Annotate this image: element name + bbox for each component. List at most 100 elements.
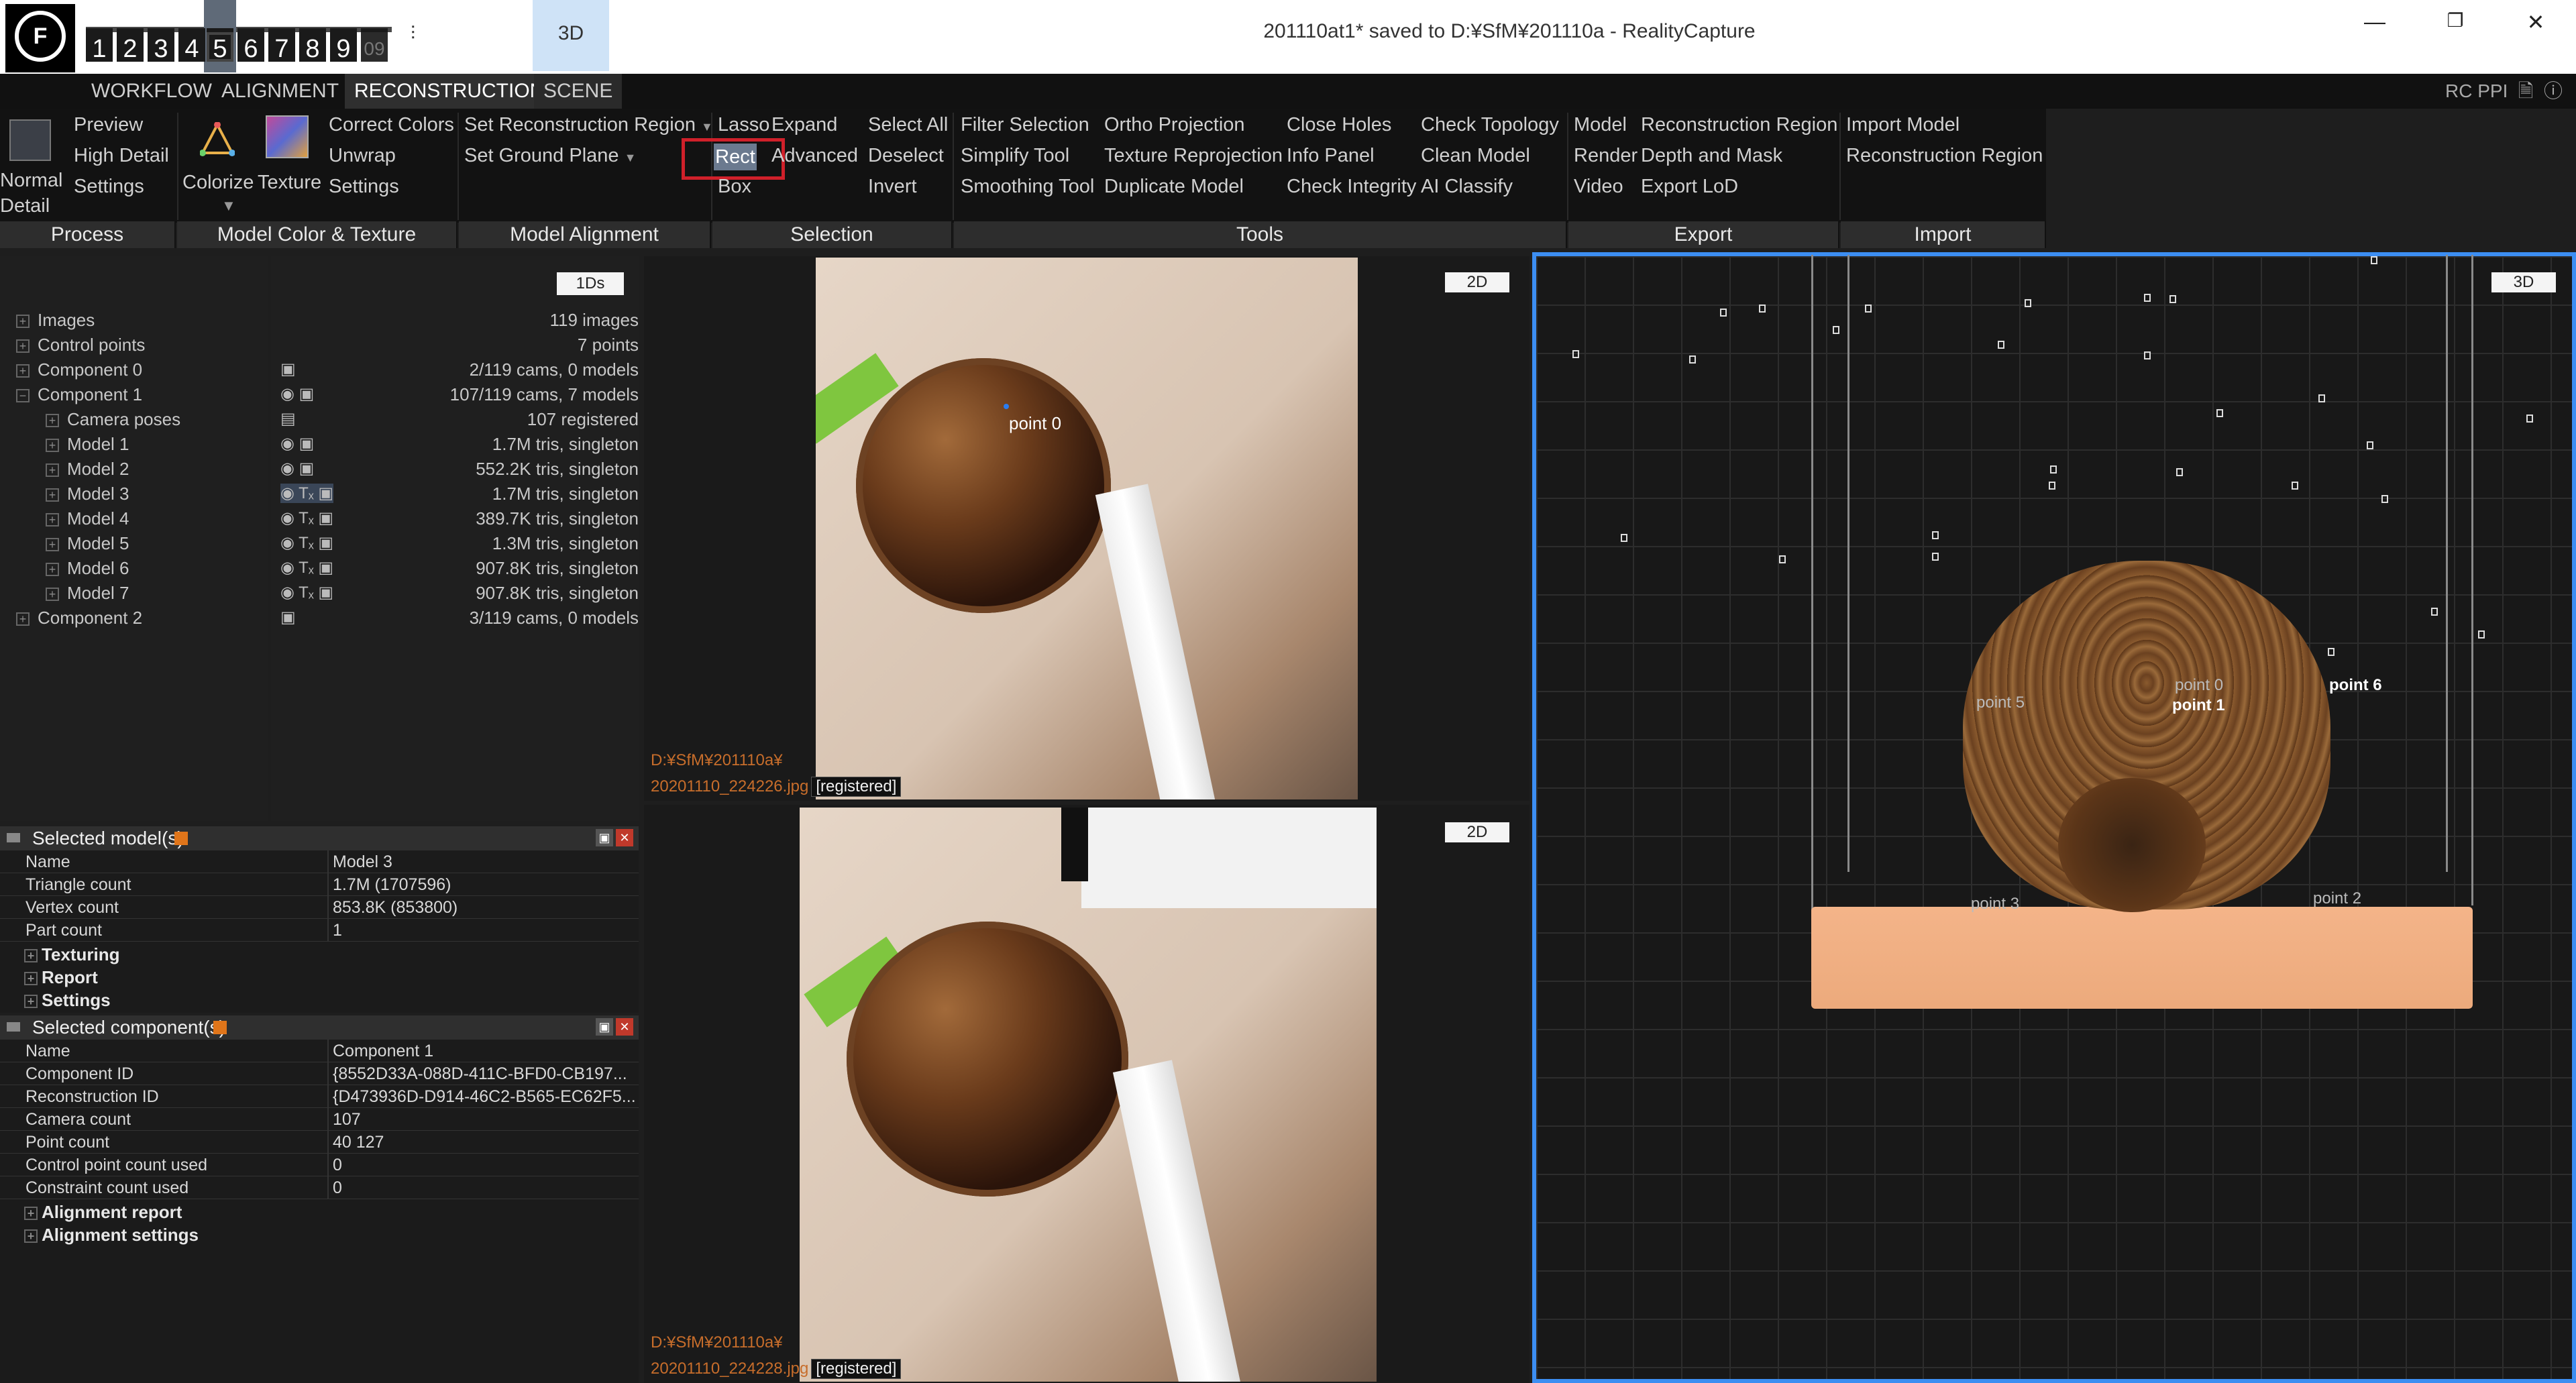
- box-button[interactable]: Box: [718, 176, 751, 198]
- tree-item-model-1[interactable]: + Model 1: [46, 434, 129, 455]
- export-lod-button[interactable]: Export LoD: [1641, 176, 1738, 198]
- maximize-icon[interactable]: ❐: [2435, 9, 2475, 43]
- close-icon[interactable]: ✕: [2516, 9, 2556, 43]
- clean-model-button[interactable]: Clean Model: [1421, 145, 1530, 167]
- camera-marker-icon[interactable]: [1998, 341, 2004, 349]
- camera-marker-icon[interactable]: [1932, 553, 1939, 561]
- texture-icon[interactable]: [266, 115, 309, 158]
- camera-marker-icon[interactable]: [2371, 256, 2377, 264]
- section-alignment-settings[interactable]: + Alignment settings: [24, 1225, 199, 1246]
- view-mode-2d-badge[interactable]: 2D: [1445, 822, 1509, 842]
- point-0-label[interactable]: point 0: [2175, 676, 2223, 695]
- lasso-button[interactable]: Lasso: [718, 114, 769, 136]
- deselect-button[interactable]: Deselect: [868, 145, 944, 167]
- camera-marker-icon[interactable]: [1932, 531, 1939, 539]
- invert-button[interactable]: Invert: [868, 176, 917, 198]
- point-3-label[interactable]: point 3: [1971, 895, 2019, 914]
- camera-marker-icon[interactable]: [2144, 351, 2151, 359]
- unwrap-button[interactable]: Unwrap: [329, 145, 396, 167]
- export-model-button[interactable]: Model: [1574, 114, 1627, 136]
- ortho-projection-button[interactable]: Ortho Projection: [1104, 114, 1245, 136]
- camera-marker-icon[interactable]: [1572, 350, 1579, 358]
- render-button[interactable]: Render: [1574, 145, 1638, 167]
- camera-poses-icon[interactable]: ▤: [280, 409, 296, 429]
- camera-marker-icon[interactable]: [2478, 630, 2485, 639]
- collapse-icon[interactable]: [7, 833, 20, 842]
- component-pin-icon[interactable]: ◉ ▣: [280, 384, 314, 404]
- tree-item-model-3[interactable]: + Model 3: [46, 484, 129, 504]
- camera-marker-icon[interactable]: [2431, 608, 2438, 616]
- layout-button-3[interactable]: 3: [148, 28, 174, 63]
- eye-icon[interactable]: ◉ Tₓ ▣: [280, 533, 333, 553]
- layout-button-09[interactable]: 09: [361, 28, 388, 62]
- pin-icon[interactable]: [213, 1021, 227, 1034]
- camera-marker-icon[interactable]: [1689, 355, 1696, 364]
- import-model-button[interactable]: Import Model: [1846, 114, 1960, 136]
- point-1-label[interactable]: point 1: [2172, 696, 2225, 715]
- import-reconstruction-region-button[interactable]: Reconstruction Region: [1846, 145, 2043, 167]
- tree-item-model-5[interactable]: + Model 5: [46, 533, 129, 554]
- camera-marker-icon[interactable]: [1759, 305, 1766, 313]
- camera-marker-icon[interactable]: [1833, 326, 1839, 334]
- process-settings-button[interactable]: Settings: [74, 176, 144, 198]
- component-icon[interactable]: ▣: [280, 608, 296, 627]
- tree-item-camera-poses[interactable]: + Camera poses: [46, 409, 180, 430]
- camera-marker-icon[interactable]: [2050, 465, 2057, 474]
- info-panel-button[interactable]: Info Panel: [1287, 145, 1375, 167]
- tab-workflow[interactable]: WORKFLOW: [82, 74, 221, 109]
- tab-scene[interactable]: SCENE: [534, 74, 623, 109]
- view-3d-tab[interactable]: 3D: [533, 0, 609, 71]
- dock-icon[interactable]: ▣: [596, 829, 613, 846]
- layout-button-2[interactable]: 2: [117, 28, 144, 63]
- duplicate-model-button[interactable]: Duplicate Model: [1104, 176, 1244, 198]
- camera-marker-icon[interactable]: [2176, 468, 2183, 476]
- section-settings[interactable]: + Settings: [24, 990, 111, 1011]
- close-panel-icon[interactable]: ✕: [616, 829, 633, 846]
- normal-detail-icon[interactable]: [9, 119, 51, 161]
- camera-marker-icon[interactable]: [2025, 299, 2031, 307]
- check-integrity-button[interactable]: Check Integrity: [1287, 176, 1416, 198]
- layout-button-7[interactable]: 7: [268, 28, 295, 63]
- texture-reprojection-button[interactable]: Texture Reprojection: [1104, 145, 1283, 167]
- model-base[interactable]: [1811, 907, 2473, 1009]
- expand-button[interactable]: Expand: [771, 114, 837, 136]
- tree-item-model-2[interactable]: + Model 2: [46, 459, 129, 480]
- photo-2[interactable]: [800, 808, 1377, 1382]
- tree-item-model-6[interactable]: + Model 6: [46, 558, 129, 579]
- section-alignment-report[interactable]: + Alignment report: [24, 1202, 182, 1223]
- collapse-icon[interactable]: [7, 1022, 20, 1032]
- select-all-button[interactable]: Select All: [868, 114, 948, 136]
- normal-detail-button[interactable]: Normal Detail: [0, 168, 62, 219]
- view-mode-2d-badge[interactable]: 2D: [1445, 272, 1509, 292]
- camera-marker-icon[interactable]: [2049, 482, 2055, 490]
- point-5-label[interactable]: point 5: [1976, 694, 2025, 712]
- ai-classify-button[interactable]: AI Classify: [1421, 176, 1513, 198]
- high-detail-button[interactable]: High Detail: [74, 145, 169, 167]
- smoothing-tool-button[interactable]: Smoothing Tool: [961, 176, 1094, 198]
- selected-components-header[interactable]: Selected component(s): [0, 1015, 639, 1040]
- layout-button-8[interactable]: 8: [299, 28, 326, 63]
- ids-badge[interactable]: 1Ds: [557, 272, 624, 295]
- colorize-icon[interactable]: [199, 121, 235, 157]
- quick-access-caret-icon[interactable]: ⫶: [411, 23, 415, 45]
- close-panel-icon[interactable]: ✕: [616, 1018, 633, 1036]
- tree-item-component-0[interactable]: + Component 0: [16, 359, 142, 380]
- camera-marker-icon[interactable]: [1621, 534, 1627, 542]
- camera-marker-icon[interactable]: [1865, 305, 1872, 313]
- camera-marker-icon[interactable]: [1779, 555, 1786, 563]
- advanced-button[interactable]: Advanced: [771, 145, 858, 167]
- camera-marker-icon[interactable]: [2144, 294, 2151, 302]
- point-6-label[interactable]: point 6: [2329, 676, 2382, 695]
- pin-icon[interactable]: [174, 832, 188, 845]
- camera-marker-icon[interactable]: [2216, 409, 2223, 417]
- camera-marker-icon[interactable]: [1720, 309, 1727, 317]
- video-button[interactable]: Video: [1574, 176, 1623, 198]
- export-reconstruction-region-button[interactable]: Reconstruction Region: [1641, 114, 1837, 136]
- layout-button-4[interactable]: 4: [178, 28, 205, 63]
- layout-button-1[interactable]: 1: [86, 28, 113, 63]
- preview-button[interactable]: Preview: [74, 114, 143, 136]
- eye-icon[interactable]: ◉ ▣: [280, 434, 314, 453]
- point-marker[interactable]: [1004, 404, 1009, 409]
- correct-colors-button[interactable]: Correct Colors: [329, 114, 454, 136]
- eye-icon[interactable]: ◉ Tₓ ▣: [280, 583, 333, 602]
